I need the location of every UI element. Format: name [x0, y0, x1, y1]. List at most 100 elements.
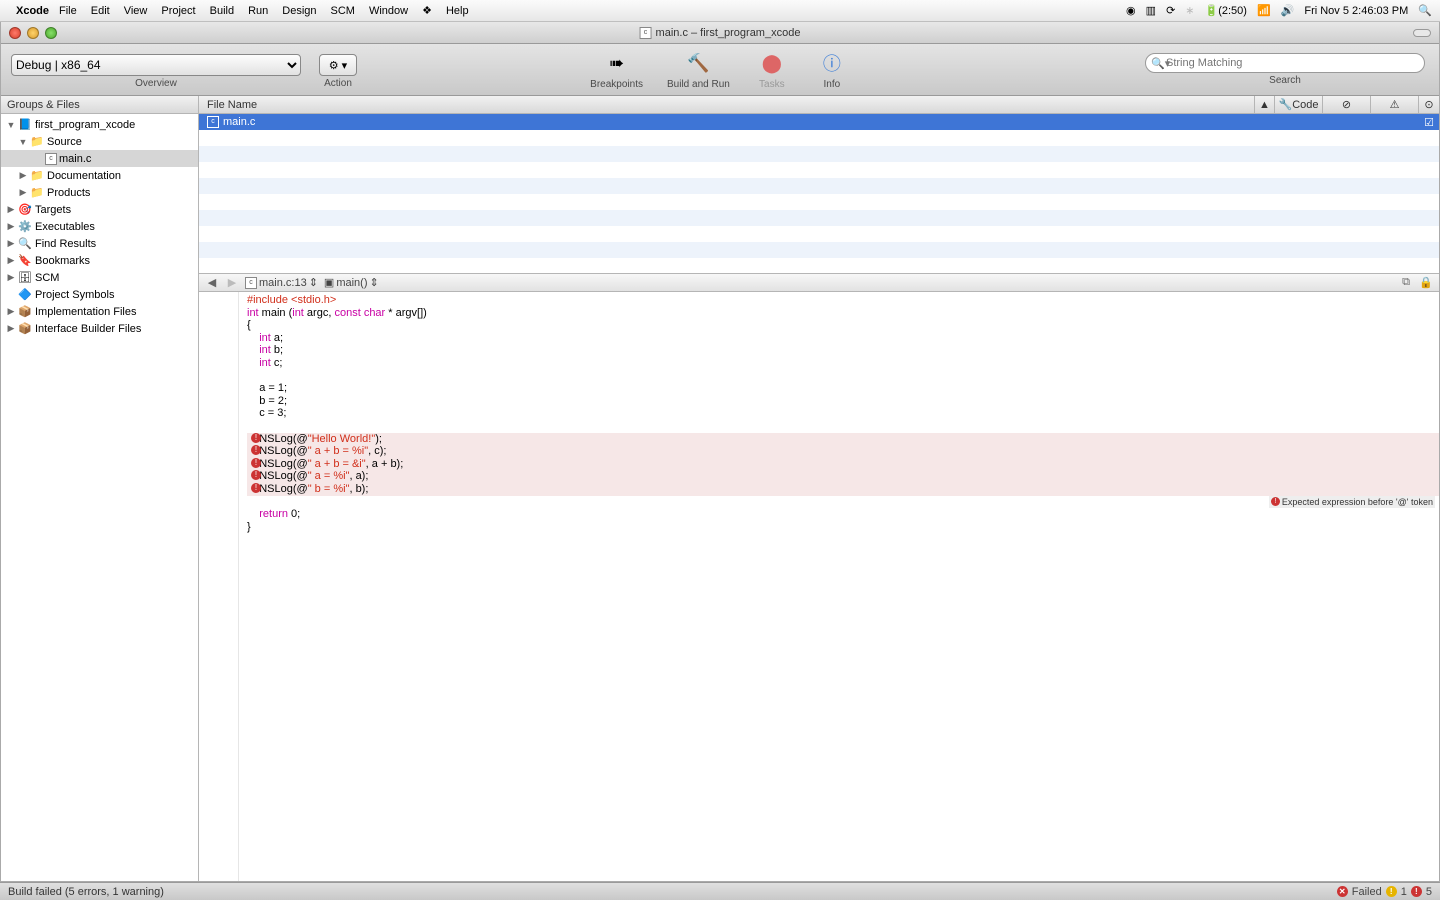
sidebar-item[interactable]: ▶📦Implementation Files [1, 303, 198, 320]
error-gutter-icon[interactable]: ! [251, 458, 261, 468]
sidebar-item[interactable]: ▼📁Source [1, 133, 198, 150]
search-icon: 🔍▾ [1151, 57, 1170, 70]
menu-file[interactable]: File [59, 5, 77, 17]
build-and-run-button[interactable]: 🔨 Build and Run [667, 49, 730, 90]
inline-error-message[interactable]: !Expected expression before '@' token [1269, 496, 1435, 509]
file-crumb[interactable]: c main.c:13 ⇕ [245, 276, 318, 289]
gutter[interactable] [199, 292, 239, 881]
sidebar-item[interactable]: ▶🔖Bookmarks [1, 252, 198, 269]
status-bar: Build failed (5 errors, 1 warning) ✕Fail… [0, 882, 1440, 900]
code-line[interactable]: a = 1; [247, 382, 1439, 395]
code-line[interactable]: ! NSLog(@"Hello World!");!Expected expre… [247, 433, 1439, 446]
app-menu[interactable]: Xcode [16, 5, 49, 17]
code-line[interactable]: #include <stdio.h> [247, 294, 1439, 307]
file-row-empty [199, 146, 1439, 162]
search-field[interactable]: 🔍▾ [1145, 53, 1425, 73]
build-result-summary[interactable]: ✕Failed !1 !5 [1337, 886, 1432, 898]
search-input[interactable] [1166, 57, 1418, 69]
sidebar-tree[interactable]: ▼📘first_program_xcode▼📁Sourcecmain.c▶📁Do… [1, 114, 198, 881]
script-menu-icon[interactable]: ❖ [422, 4, 432, 17]
file-row-empty [199, 162, 1439, 178]
menu-scm[interactable]: SCM [331, 5, 355, 17]
function-crumb[interactable]: ▣ main() ⇕ [324, 276, 379, 289]
menu-project[interactable]: Project [161, 5, 195, 17]
code-line[interactable] [247, 420, 1439, 433]
sync-icon[interactable]: ⟳ [1166, 4, 1175, 17]
column[interactable]: ⊘ [1323, 96, 1371, 113]
code-line[interactable]: { [247, 319, 1439, 332]
code-line[interactable]: ! NSLog(@" b = %i", b);!Expected express… [247, 483, 1439, 496]
locked-icon[interactable]: 🔒 [1419, 276, 1433, 289]
sidebar-item[interactable]: ▶🗄SCM [1, 269, 198, 286]
spotlight-icon[interactable]: 🔍 [1418, 4, 1432, 17]
code-line[interactable]: return 0; [247, 508, 1439, 521]
file-row-empty [199, 226, 1439, 242]
code-line[interactable]: int a; [247, 332, 1439, 345]
action-menu-button[interactable]: ⚙ ▾ [319, 54, 357, 76]
file-list[interactable]: c main.c☑ [199, 114, 1439, 274]
error-gutter-icon[interactable]: ! [251, 433, 261, 443]
file-row-empty [199, 210, 1439, 226]
sidebar-item[interactable]: ▼📘first_program_xcode [1, 116, 198, 133]
code-line[interactable]: c = 3; [247, 407, 1439, 420]
sidebar-item[interactable]: ▶⚙️Executables [1, 218, 198, 235]
sidebar-item[interactable]: ▶📁Products [1, 184, 198, 201]
error-gutter-icon[interactable]: ! [251, 483, 261, 493]
counterpart-button[interactable]: ⧉ [1399, 276, 1413, 289]
code-line[interactable]: ! NSLog(@" a + b = %i", c);!Expected exp… [247, 445, 1439, 458]
sidebar-item[interactable]: cmain.c [1, 150, 198, 167]
nav-back-button[interactable]: ◀ [205, 276, 219, 289]
close-button[interactable] [9, 27, 21, 39]
sidebar-item[interactable]: ▶📦Interface Builder Files [1, 320, 198, 337]
file-row[interactable]: c main.c☑ [199, 114, 1439, 130]
status-icon[interactable]: ◉ [1126, 4, 1136, 17]
code-column[interactable]: 🔧 Code [1275, 96, 1323, 113]
code-line[interactable]: int c; [247, 357, 1439, 370]
column[interactable]: ⚠ [1371, 96, 1419, 113]
column[interactable]: ⊙ [1419, 96, 1439, 113]
column-sort-icon[interactable]: ▲ [1255, 96, 1275, 113]
nav-forward-button[interactable]: ▶ [225, 276, 239, 289]
clock[interactable]: Fri Nov 5 2:46:03 PM [1304, 5, 1408, 17]
code-line[interactable]: ! NSLog(@" a = %i", a);!Expected express… [247, 470, 1439, 483]
menu-build[interactable]: Build [210, 5, 234, 17]
file-row-empty [199, 178, 1439, 194]
bluetooth-icon[interactable]: ∗ [1185, 4, 1194, 17]
status-icon[interactable]: ▥ [1146, 4, 1156, 17]
minimize-button[interactable] [27, 27, 39, 39]
tasks-button[interactable]: ⬤ Tasks [754, 49, 790, 90]
sidebar-item[interactable]: ▶🎯Targets [1, 201, 198, 218]
sidebar-item[interactable]: 🔷Project Symbols [1, 286, 198, 303]
overview-label: Overview [11, 78, 301, 89]
zoom-button[interactable] [45, 27, 57, 39]
menu-view[interactable]: View [124, 5, 148, 17]
build-config-select[interactable]: Debug | x86_64 [11, 54, 301, 76]
window-titlebar[interactable]: c main.c – first_program_xcode [1, 22, 1439, 44]
code-line[interactable] [247, 370, 1439, 383]
menu-window[interactable]: Window [369, 5, 408, 17]
code-line[interactable] [247, 496, 1439, 509]
code-line[interactable]: } [247, 521, 1439, 534]
help-menu[interactable]: Help [446, 5, 469, 17]
code-line[interactable]: b = 2; [247, 395, 1439, 408]
wifi-icon[interactable]: 📶 [1257, 4, 1271, 17]
file-name-column[interactable]: File Name [199, 96, 1255, 113]
battery-icon[interactable]: 🔋 (2:50) [1205, 4, 1247, 17]
code-line[interactable]: ! NSLog(@" a + b = &i", a + b);!Expected… [247, 458, 1439, 471]
file-icon: c [640, 27, 652, 39]
search-label: Search [1269, 75, 1301, 86]
code-line[interactable]: int b; [247, 344, 1439, 357]
sidebar-item[interactable]: ▶📁Documentation [1, 167, 198, 184]
menubar-status: ◉ ▥ ⟳ ∗ 🔋 (2:50) 📶 🔊 Fri Nov 5 2:46:03 P… [1126, 4, 1432, 17]
sidebar-item[interactable]: ▶🔍Find Results [1, 235, 198, 252]
info-button[interactable]: ⓘ Info [814, 49, 850, 90]
volume-icon[interactable]: 🔊 [1281, 4, 1295, 17]
menu-design[interactable]: Design [282, 5, 316, 17]
toolbar-toggle-button[interactable] [1413, 29, 1431, 37]
menu-run[interactable]: Run [248, 5, 268, 17]
code-editor[interactable]: #include <stdio.h>int main (int argc, co… [199, 292, 1439, 881]
menu-edit[interactable]: Edit [91, 5, 110, 17]
file-row-empty [199, 242, 1439, 258]
code-line[interactable]: int main (int argc, const char * argv[]) [247, 307, 1439, 320]
breakpoints-button[interactable]: ➠ Breakpoints [590, 49, 643, 90]
